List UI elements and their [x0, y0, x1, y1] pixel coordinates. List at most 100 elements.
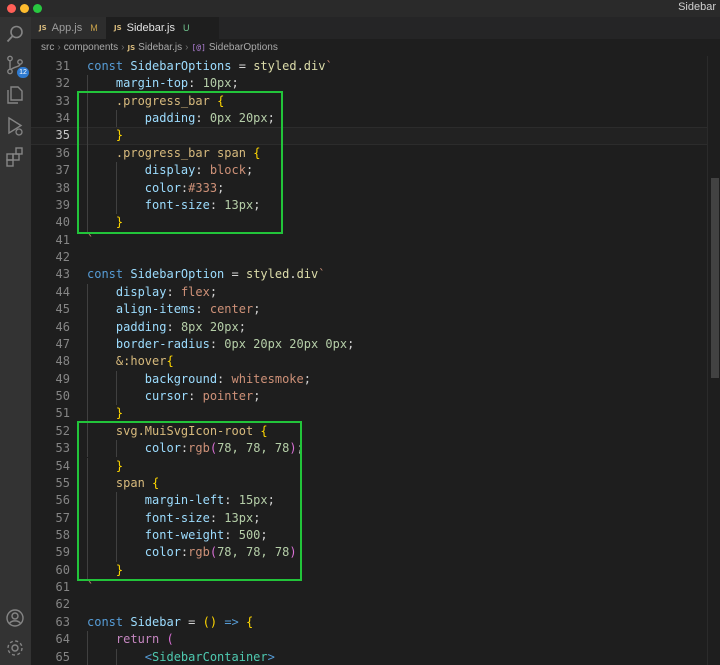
line-number: 64 [55, 632, 70, 647]
code-token: ; [231, 76, 239, 91]
close-window-button[interactable] [7, 4, 16, 13]
code-line[interactable]: 42 [31, 249, 707, 266]
line-number: 65 [55, 649, 70, 664]
line-number: 61 [55, 580, 70, 595]
line-number: 58 [55, 527, 70, 542]
code-line[interactable]: 41 ` [31, 232, 707, 249]
code-text: cursor: pointer; [87, 388, 261, 405]
javascript-file-icon: JS [114, 24, 122, 32]
code-line[interactable]: 31 const SidebarOptions = styled.div` [31, 58, 707, 75]
tab-label: Sidebar.js [126, 22, 175, 34]
code-text: const SidebarOption = styled.div` [87, 266, 325, 283]
code-token: ` [87, 232, 95, 247]
minimize-window-button[interactable] [20, 4, 29, 13]
account-icon[interactable] [4, 607, 26, 629]
line-number: 63 [55, 614, 70, 629]
gear-icon[interactable] [4, 637, 26, 659]
code-line[interactable]: 47 border-radius: 0px 20px 20px 0px; [31, 336, 707, 353]
code-line[interactable]: 44 display: flex; [31, 284, 707, 301]
breadcrumb-item-file[interactable]: Sidebar.js [138, 42, 182, 53]
highlight-box-progress-bar-styles [77, 90, 283, 234]
code-line[interactable]: 43 const SidebarOption = styled.div` [31, 266, 707, 283]
code-token: => [224, 614, 239, 629]
code-token: { [166, 354, 174, 369]
code-line[interactable]: 46 padding: 8px 20px; [31, 319, 707, 336]
line-number: 60 [55, 562, 70, 577]
code-token: : [166, 284, 181, 299]
code-line[interactable]: 49 background: whitesmoke; [31, 371, 707, 388]
files-icon[interactable] [4, 84, 26, 106]
activity-bar: 12 [0, 17, 31, 665]
extensions-icon[interactable] [4, 146, 26, 168]
code-token: () [202, 614, 218, 629]
indent-guide [87, 631, 88, 649]
line-number: 53 [55, 441, 70, 456]
code-token: return [115, 632, 160, 647]
line-number: 57 [55, 510, 70, 525]
line-number: 36 [55, 145, 70, 160]
breadcrumb-item-components[interactable]: components [64, 42, 118, 53]
indent-guide [87, 353, 88, 371]
line-number: 41 [55, 232, 70, 247]
code-line[interactable]: 50 cursor: pointer; [31, 388, 707, 405]
source-control-badge: 12 [17, 67, 29, 78]
window-titlebar: Sidebar [0, 0, 720, 17]
line-number: 43 [55, 267, 70, 282]
breadcrumb-item-symbol[interactable]: SidebarOptions [209, 42, 278, 53]
code-editor[interactable]: 31 const SidebarOptions = styled.div` 32 m… [31, 58, 707, 665]
search-icon[interactable] [4, 23, 26, 45]
code-line[interactable]: 65 <SidebarContainer> [31, 649, 707, 665]
code-token: ` [87, 580, 95, 595]
code-text: &:hover{ [87, 353, 174, 370]
tab-app-js[interactable]: JS App.js M [31, 17, 106, 39]
code-token: : [195, 302, 210, 317]
code-line[interactable]: 64 return ( [31, 631, 707, 648]
editor-scrollbar[interactable] [707, 56, 720, 665]
breadcrumb: src › components › JS Sidebar.js › [@] S… [31, 39, 720, 56]
line-number: 51 [55, 406, 70, 421]
chevron-right-icon: › [121, 42, 125, 53]
source-control-icon[interactable]: 12 [4, 54, 29, 78]
code-token: SidebarContainer [152, 649, 268, 664]
zoom-window-button[interactable] [33, 4, 42, 13]
line-number: 46 [55, 319, 70, 334]
code-line[interactable]: 63 const Sidebar = () => { [31, 614, 707, 631]
code-token: } [115, 406, 124, 421]
window-title: Sidebar [678, 1, 716, 13]
code-text: padding: 8px 20px; [87, 319, 246, 336]
code-token: ; [253, 302, 261, 317]
code-token: = [224, 267, 246, 282]
run-debug-icon[interactable] [4, 115, 26, 137]
code-token: border-radius [115, 336, 210, 351]
code-token: SidebarOption [130, 267, 225, 282]
line-number: 52 [55, 423, 70, 438]
breadcrumb-item-src[interactable]: src [41, 42, 54, 53]
code-token: ; [303, 371, 311, 386]
code-token: const [87, 267, 131, 282]
code-text: align-items: center; [87, 301, 261, 318]
code-token: . [296, 59, 304, 73]
code-line[interactable]: 62 [31, 596, 707, 613]
code-token: ; [238, 319, 246, 334]
line-number: 35 [55, 128, 70, 143]
code-token: display [115, 284, 167, 299]
line-number: 39 [55, 197, 70, 212]
code-line[interactable]: 61 ` [31, 579, 707, 596]
highlight-box-icon-and-span-styles [77, 420, 302, 582]
indent-guide [87, 335, 88, 354]
code-token: cursor [144, 389, 189, 404]
code-token: : [166, 319, 181, 334]
line-number: 50 [55, 389, 70, 404]
code-token: align-items [115, 302, 196, 317]
code-token: < [144, 649, 153, 664]
code-token: > [267, 649, 275, 664]
tab-sidebar-js[interactable]: JS Sidebar.js U [106, 17, 219, 39]
scrollbar-thumb[interactable] [711, 178, 719, 378]
indent-guide [87, 648, 88, 665]
code-line[interactable]: 45 align-items: center; [31, 301, 707, 318]
code-line[interactable]: 48 &:hover{ [31, 353, 707, 370]
editor-tab-bar: JS App.js M JS Sidebar.js U [31, 17, 720, 39]
code-token: ( [166, 632, 174, 647]
